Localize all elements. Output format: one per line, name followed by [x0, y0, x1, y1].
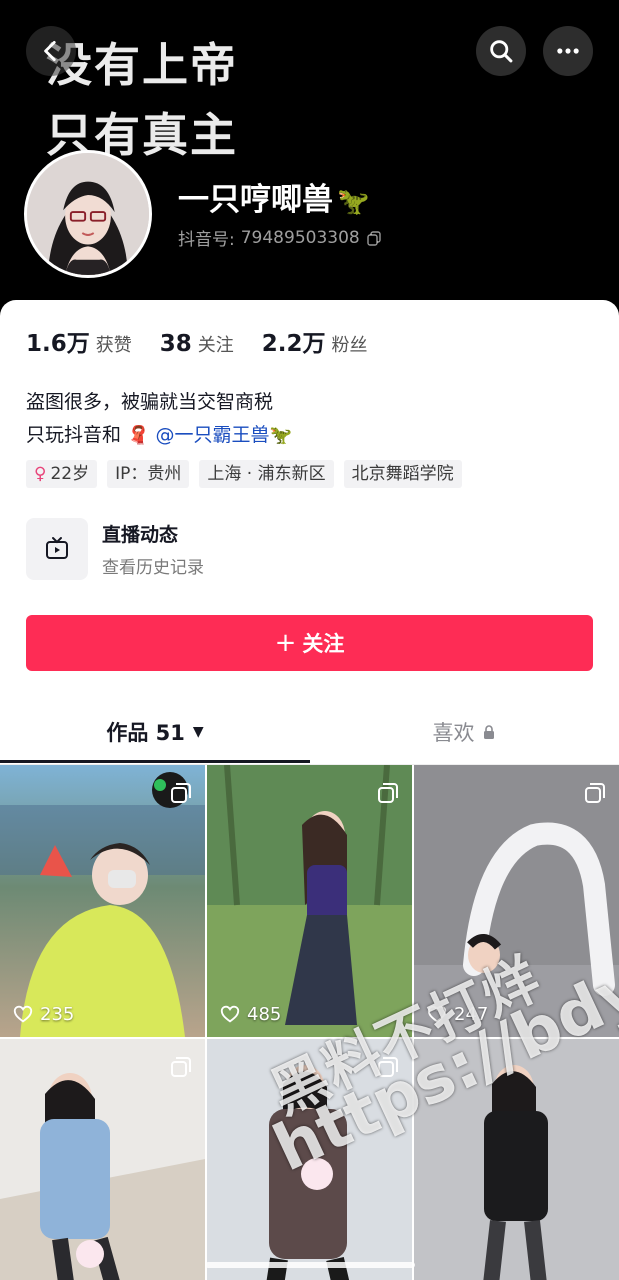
- tag-school[interactable]: 北京舞蹈学院: [343, 460, 462, 488]
- search-icon: [490, 40, 513, 63]
- stat-followers[interactable]: 2.2万 粉丝: [262, 324, 368, 358]
- live-icon-box: [26, 518, 88, 580]
- tab-likes[interactable]: 喜欢: [310, 700, 619, 764]
- active-tab-indicator: [0, 760, 310, 763]
- more-dots-icon: [557, 48, 579, 54]
- stat-label: 获赞: [95, 335, 132, 356]
- like-count-value: 485: [247, 1003, 282, 1025]
- thumbnail-image: [414, 1039, 619, 1280]
- video-grid: 235 485 247: [0, 765, 619, 1280]
- heart-icon: [13, 1005, 33, 1023]
- profile-tags: ♀ 22岁 IP：贵州 上海 · 浦东新区 北京舞蹈学院: [26, 460, 462, 488]
- heart-icon: [427, 1005, 447, 1023]
- douyin-id-value: 79489503308: [240, 227, 360, 248]
- thumbnail-image: [207, 765, 412, 1037]
- avatar-portrait-image: [27, 153, 149, 275]
- search-button[interactable]: [476, 26, 526, 76]
- like-count: 247: [426, 1003, 488, 1025]
- bio-line-2-prefix: 只玩抖音和: [26, 424, 122, 446]
- tag-age: ♀ 22岁: [26, 460, 98, 488]
- like-count-value: 235: [40, 1003, 75, 1025]
- caret-down-icon: ▼: [192, 724, 204, 740]
- live-text: 直播动态 查看历史记录: [102, 520, 204, 578]
- lock-icon: [483, 725, 494, 739]
- avatar[interactable]: [24, 150, 152, 278]
- multi-image-icon: [378, 1057, 398, 1077]
- banner-line-1: 没有上帝: [46, 38, 238, 92]
- multi-image-icon: [171, 1057, 191, 1077]
- follow-label: 关注: [302, 632, 345, 656]
- profile-card: 1.6万 获赞 38 关注 2.2万 粉丝 盗图很多，被骗就当交智商税 只玩抖音…: [0, 300, 619, 1280]
- copy-icon[interactable]: [366, 230, 382, 246]
- stat-value: 1.6万: [26, 331, 90, 357]
- stat-label: 关注: [197, 335, 234, 356]
- video-thumbnail[interactable]: [207, 1039, 412, 1280]
- stat-value: 2.2万: [261, 331, 326, 357]
- stat-following[interactable]: 38 关注: [160, 331, 234, 357]
- home-indicator[interactable]: [205, 1262, 415, 1268]
- tab-likes-label: 喜欢: [432, 721, 475, 745]
- bio-line-1: 盗图很多，被骗就当交智商税: [26, 391, 274, 413]
- female-icon: ♀: [34, 464, 47, 484]
- dinosaur-icon: 🦖: [337, 187, 370, 217]
- dinosaur-icon: 🦖: [269, 425, 292, 446]
- heart-icon: [220, 1005, 240, 1023]
- like-count-value: 247: [454, 1003, 489, 1025]
- thumbnail-image: [0, 765, 205, 1037]
- bio-line-2: 只玩抖音和 🧣 @一只霸王兽🦖: [26, 419, 292, 452]
- stat-likes[interactable]: 1.6万 获赞: [26, 324, 132, 358]
- back-arrow-icon: [44, 40, 56, 62]
- nickname-text: 一只哼唧兽: [178, 182, 333, 218]
- nickname: 一只哼唧兽 🦖: [178, 174, 369, 219]
- thumbnail-image: [414, 765, 619, 1037]
- stat-label: 粉丝: [331, 335, 368, 356]
- tab-works[interactable]: 作品 51 ▼: [0, 700, 310, 764]
- tab-works-label: 作品 51: [106, 721, 185, 745]
- video-thumbnail[interactable]: [414, 1039, 619, 1280]
- live-history-entry[interactable]: 直播动态 查看历史记录: [26, 518, 204, 580]
- douyin-id-label: 抖音号:: [178, 230, 235, 250]
- more-button[interactable]: [543, 26, 593, 76]
- live-subtitle: 查看历史记录: [102, 558, 204, 578]
- tv-icon: [46, 537, 68, 559]
- video-thumbnail[interactable]: 485: [207, 765, 412, 1037]
- profile-header: 没有上帝 只有真主 一只哼唧兽 🦖 抖音号: 79489503308: [0, 0, 619, 320]
- stats-row: 1.6万 获赞 38 关注 2.2万 粉丝: [26, 324, 396, 358]
- tag-label: IP：贵州: [115, 464, 182, 484]
- like-count: 485: [219, 1003, 281, 1025]
- video-thumbnail[interactable]: [0, 1039, 205, 1280]
- tag-label: 北京舞蹈学院: [351, 464, 454, 484]
- tag-label: 上海 · 浦东新区: [207, 464, 326, 484]
- follow-button[interactable]: + 关注: [26, 615, 593, 671]
- douyin-id-row[interactable]: 抖音号: 79489503308: [178, 225, 382, 250]
- content-tabs: 作品 51 ▼ 喜欢: [0, 700, 619, 765]
- back-button[interactable]: [26, 26, 76, 76]
- video-thumbnail[interactable]: 247: [414, 765, 619, 1037]
- live-title: 直播动态: [102, 524, 179, 546]
- multi-image-icon: [585, 783, 605, 803]
- tag-label: 22岁: [50, 464, 90, 484]
- tag-ip: IP：贵州: [107, 460, 190, 488]
- scarf-icon: 🧣: [127, 425, 150, 446]
- plus-icon: +: [274, 628, 297, 658]
- multi-image-icon: [378, 783, 398, 803]
- tag-location[interactable]: 上海 · 浦东新区: [199, 460, 334, 488]
- bio: 盗图很多，被骗就当交智商税 只玩抖音和 🧣 @一只霸王兽🦖: [26, 386, 292, 452]
- mention-link[interactable]: @一只霸王兽: [156, 424, 270, 446]
- multi-image-icon: [171, 783, 191, 803]
- stat-value: 38: [159, 331, 192, 357]
- like-count: 235: [12, 1003, 74, 1025]
- video-thumbnail[interactable]: 235: [0, 765, 205, 1037]
